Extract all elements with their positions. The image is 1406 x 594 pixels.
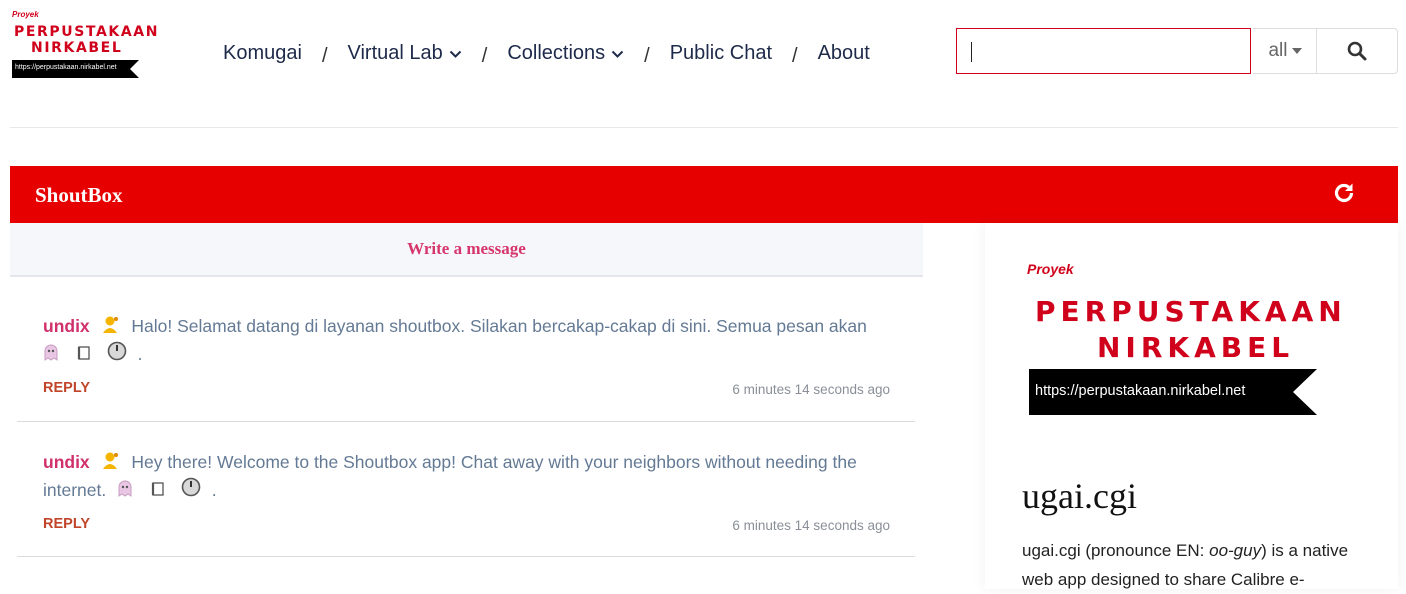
message-username[interactable]: undix [43, 316, 90, 336]
logo-url: https://perpustakaan.nirkabel.net [15, 64, 117, 71]
message-text-continued: internet. [43, 480, 107, 500]
nav-about-label: About [817, 41, 870, 64]
panel-title: ugai.cgi [1022, 476, 1137, 516]
search-filter-value: all [1268, 40, 1288, 61]
person-emoji-icon [101, 313, 121, 341]
nav-separator: / [481, 44, 488, 67]
nav-komugai[interactable]: Komugai [223, 42, 302, 65]
message-text-end: . [137, 344, 143, 364]
message-timestamp: 6 minutes 14 seconds ago [732, 518, 890, 533]
clock-icon [107, 341, 127, 369]
nav-virtual-lab[interactable]: Virtual Lab [348, 42, 462, 65]
nav-public-chat-label: Public Chat [669, 41, 772, 64]
header-divider [10, 127, 1398, 128]
text-cursor [971, 42, 972, 62]
panel-logo-line1: PERPUSTAKAAN [1035, 295, 1347, 328]
nav-public-chat[interactable]: Public Chat [670, 42, 772, 65]
caret-down-icon [1291, 48, 1302, 54]
logo-ribbon: https://perpustakaan.nirkabel.net [12, 60, 139, 78]
nav-collections[interactable]: Collections [507, 42, 624, 65]
write-message-button[interactable]: Write a message [10, 223, 923, 277]
search-filter-select[interactable]: all [1253, 28, 1317, 74]
panel-logo-line2: NIRKABEL [1097, 331, 1295, 364]
panel-description: ugai.cgi (pronounce EN: oo-guy) is a nat… [1022, 536, 1372, 594]
nav-separator: / [792, 44, 798, 67]
message-text-line: . [43, 340, 143, 369]
message-text-line: undix Hey there! Welcome to the Shoutbox… [43, 448, 857, 477]
nav-collections-label: Collections [507, 41, 606, 64]
shoutbox-header: ShoutBox [10, 166, 1398, 223]
message-text-end: . [211, 480, 217, 500]
logo-line2: NIRKABEL [31, 40, 123, 56]
chevron-down-icon [611, 42, 624, 65]
logo-proyek-text: Proyek [12, 10, 39, 19]
ghost-emoji-icon [117, 477, 133, 505]
shout-message: undix Halo! Selamat datang di layanan sh… [17, 300, 915, 422]
person-emoji-icon [101, 449, 121, 477]
message-divider [17, 556, 915, 557]
reply-button[interactable]: REPLY [43, 516, 90, 532]
message-text: Hey there! Welcome to the Shoutbox app! … [131, 452, 857, 472]
nav-separator: / [644, 44, 650, 67]
search-input[interactable] [956, 28, 1251, 74]
message-text-line: undix Halo! Selamat datang di layanan sh… [43, 312, 867, 341]
search-icon [1347, 41, 1367, 61]
panel-logo-proyek: Proyek [1027, 261, 1074, 277]
message-username[interactable]: undix [43, 452, 90, 472]
shoutbox-title: ShoutBox [35, 183, 123, 207]
panel-desc-emphasis: oo-guy [1209, 541, 1262, 560]
copy-icon [76, 341, 90, 369]
message-text: Halo! Selamat datang di layanan shoutbox… [131, 316, 867, 336]
panel-logo-ribbon: https://perpustakaan.nirkabel.net [1029, 369, 1317, 415]
panel-desc-part: ugai.cgi (pronounce EN: [1022, 541, 1210, 560]
refresh-icon[interactable] [1332, 181, 1356, 210]
copy-icon [150, 477, 164, 505]
nav-virtual-lab-label: Virtual Lab [347, 41, 443, 64]
logo-line1: PERPUSTAKAAN [14, 24, 160, 40]
nav-separator: / [321, 44, 328, 67]
message-text-line: internet. . [43, 476, 217, 505]
info-panel: Proyek PERPUSTAKAAN NIRKABEL https://per… [985, 223, 1398, 589]
write-message-label: Write a message [407, 239, 526, 258]
main-nav: Komugai / Virtual Lab / Collections / Pu… [223, 38, 870, 68]
nav-about[interactable]: About [818, 42, 870, 65]
message-timestamp: 6 minutes 14 seconds ago [732, 382, 890, 397]
site-logo[interactable]: Proyek PERPUSTAKAAN NIRKABEL https://per… [12, 10, 162, 82]
clock-icon [181, 477, 201, 505]
panel-logo-url: https://perpustakaan.nirkabel.net [1035, 383, 1246, 399]
ghost-emoji-icon [43, 341, 59, 369]
search-button[interactable] [1316, 28, 1398, 74]
nav-komugai-label: Komugai [223, 41, 302, 64]
chevron-down-icon [449, 42, 462, 65]
reply-button[interactable]: REPLY [43, 380, 90, 396]
shout-message: undix Hey there! Welcome to the Shoutbox… [17, 436, 915, 558]
message-divider [17, 421, 915, 422]
